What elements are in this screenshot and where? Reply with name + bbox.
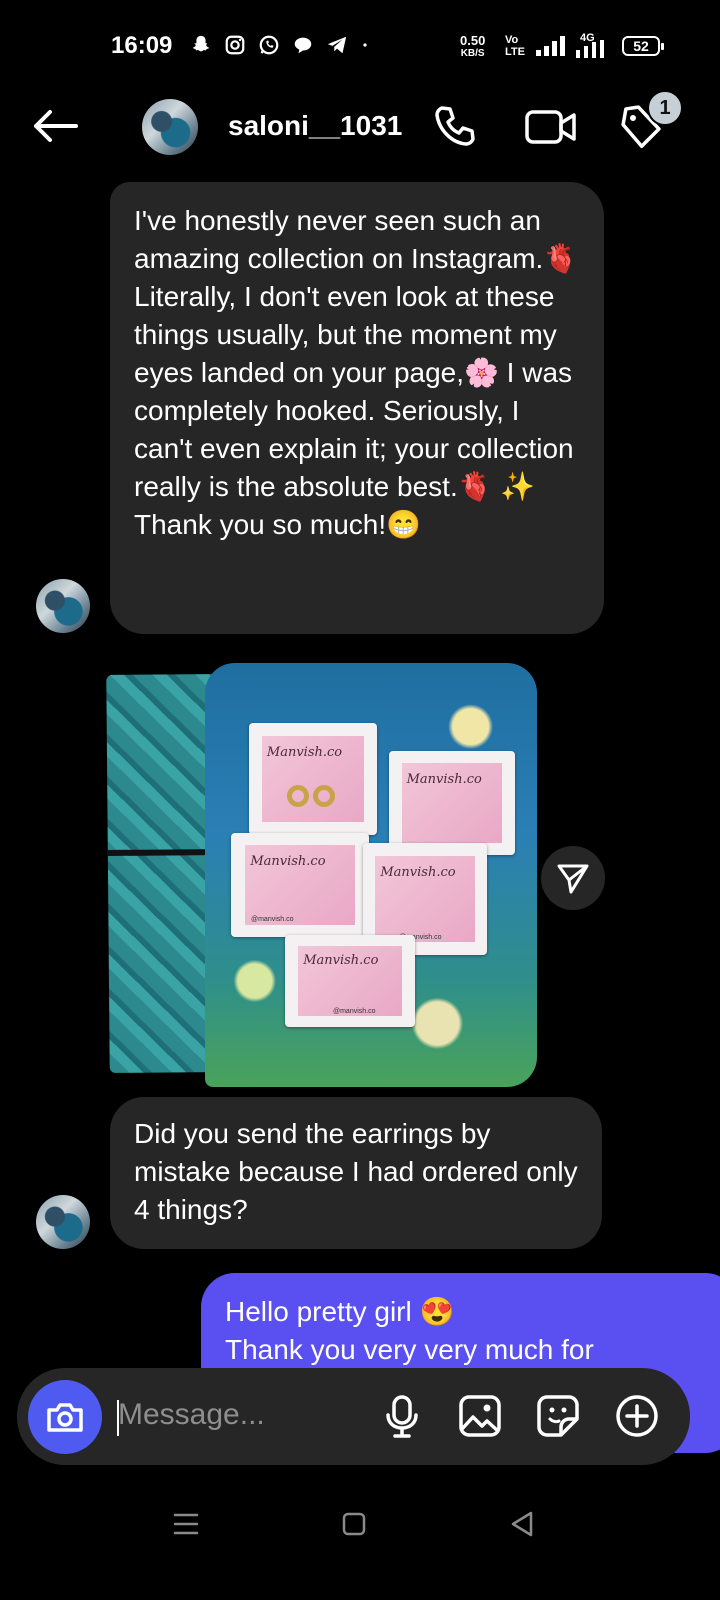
- more-dot-icon: [363, 43, 367, 47]
- notification-badge: 1: [647, 90, 683, 126]
- outgoing-message-line: Hello pretty girl 😍: [225, 1296, 455, 1327]
- square-icon: [342, 1512, 366, 1536]
- product-card: Manvish.co: [389, 751, 515, 855]
- card-handle: @manvish.co: [333, 1008, 376, 1015]
- instagram-icon: [225, 35, 245, 55]
- sticker-button[interactable]: [535, 1393, 581, 1439]
- voice-message-button[interactable]: [379, 1393, 425, 1439]
- camera-icon: [47, 1403, 83, 1432]
- net-speed: 0.50 KB/S: [460, 34, 485, 60]
- signal-4g-icon: [576, 40, 604, 58]
- incoming-message[interactable]: Did you send the earrings by mistake bec…: [110, 1097, 602, 1249]
- volte-top: Vo: [505, 34, 519, 46]
- sender-avatar[interactable]: [36, 1195, 90, 1249]
- notification-icons: [190, 34, 370, 56]
- card-brand: Manvish.co: [380, 865, 456, 881]
- message-input[interactable]: Message...: [118, 1398, 265, 1432]
- product-card: Manvish.co: [249, 723, 377, 835]
- back-arrow-icon[interactable]: [30, 106, 80, 146]
- image-icon: [459, 1395, 501, 1437]
- share-button[interactable]: [541, 846, 605, 910]
- sender-avatar[interactable]: [36, 579, 90, 633]
- volte-bottom: LTE: [505, 46, 525, 58]
- product-card: Manvish.co @manvish.co: [285, 935, 415, 1027]
- voice-call-button[interactable]: [430, 102, 480, 152]
- triangle-back-icon: [511, 1511, 533, 1537]
- volte-indicator: Vo LTE: [505, 34, 525, 58]
- menu-icon: [173, 1513, 199, 1535]
- more-options-button[interactable]: [614, 1393, 660, 1439]
- net-speed-value: 0.50: [460, 33, 486, 48]
- gallery-button[interactable]: [457, 1393, 503, 1439]
- video-camera-icon: [525, 110, 576, 144]
- incoming-message[interactable]: I've honestly never seen such an amazing…: [110, 182, 604, 634]
- shared-photo[interactable]: Manvish.co Manvish.co Manvish.co @manvis…: [205, 663, 537, 1087]
- phone-icon: [435, 106, 475, 146]
- snapchat-icon: [192, 35, 210, 52]
- sticker-icon: [537, 1395, 579, 1437]
- telegram-icon: [327, 36, 347, 54]
- send-icon: [557, 864, 589, 894]
- card-handle: @manvish.co: [251, 916, 294, 923]
- status-time: 16:09: [111, 32, 173, 59]
- outgoing-message-line: Thank you very very much for: [225, 1334, 594, 1365]
- whatsapp-icon: [259, 35, 279, 55]
- chat-username[interactable]: saloni__1031: [228, 110, 402, 142]
- profile-avatar[interactable]: [142, 99, 198, 155]
- microphone-icon: [386, 1395, 418, 1438]
- card-brand: Manvish.co: [406, 771, 482, 787]
- recent-apps-button[interactable]: [169, 1507, 203, 1541]
- battery-indicator: 52: [622, 36, 664, 56]
- status-bar: 16:09 0.50 KB/S Vo LTE 4G 52: [0, 0, 720, 90]
- camera-button[interactable]: [28, 1380, 102, 1454]
- signal-icon: [536, 36, 565, 56]
- back-button[interactable]: [505, 1507, 539, 1541]
- product-card: Manvish.co @manvish.co: [231, 833, 369, 937]
- card-brand: Manvish.co: [266, 745, 343, 761]
- net-speed-unit: KB/S: [460, 48, 485, 59]
- home-button[interactable]: [337, 1507, 371, 1541]
- card-brand: Manvish.co: [250, 853, 326, 869]
- video-call-button[interactable]: [524, 102, 578, 152]
- chat-bubble-icon: [294, 37, 312, 54]
- card-brand: Manvish.co: [303, 953, 379, 969]
- plus-circle-icon: [616, 1395, 658, 1437]
